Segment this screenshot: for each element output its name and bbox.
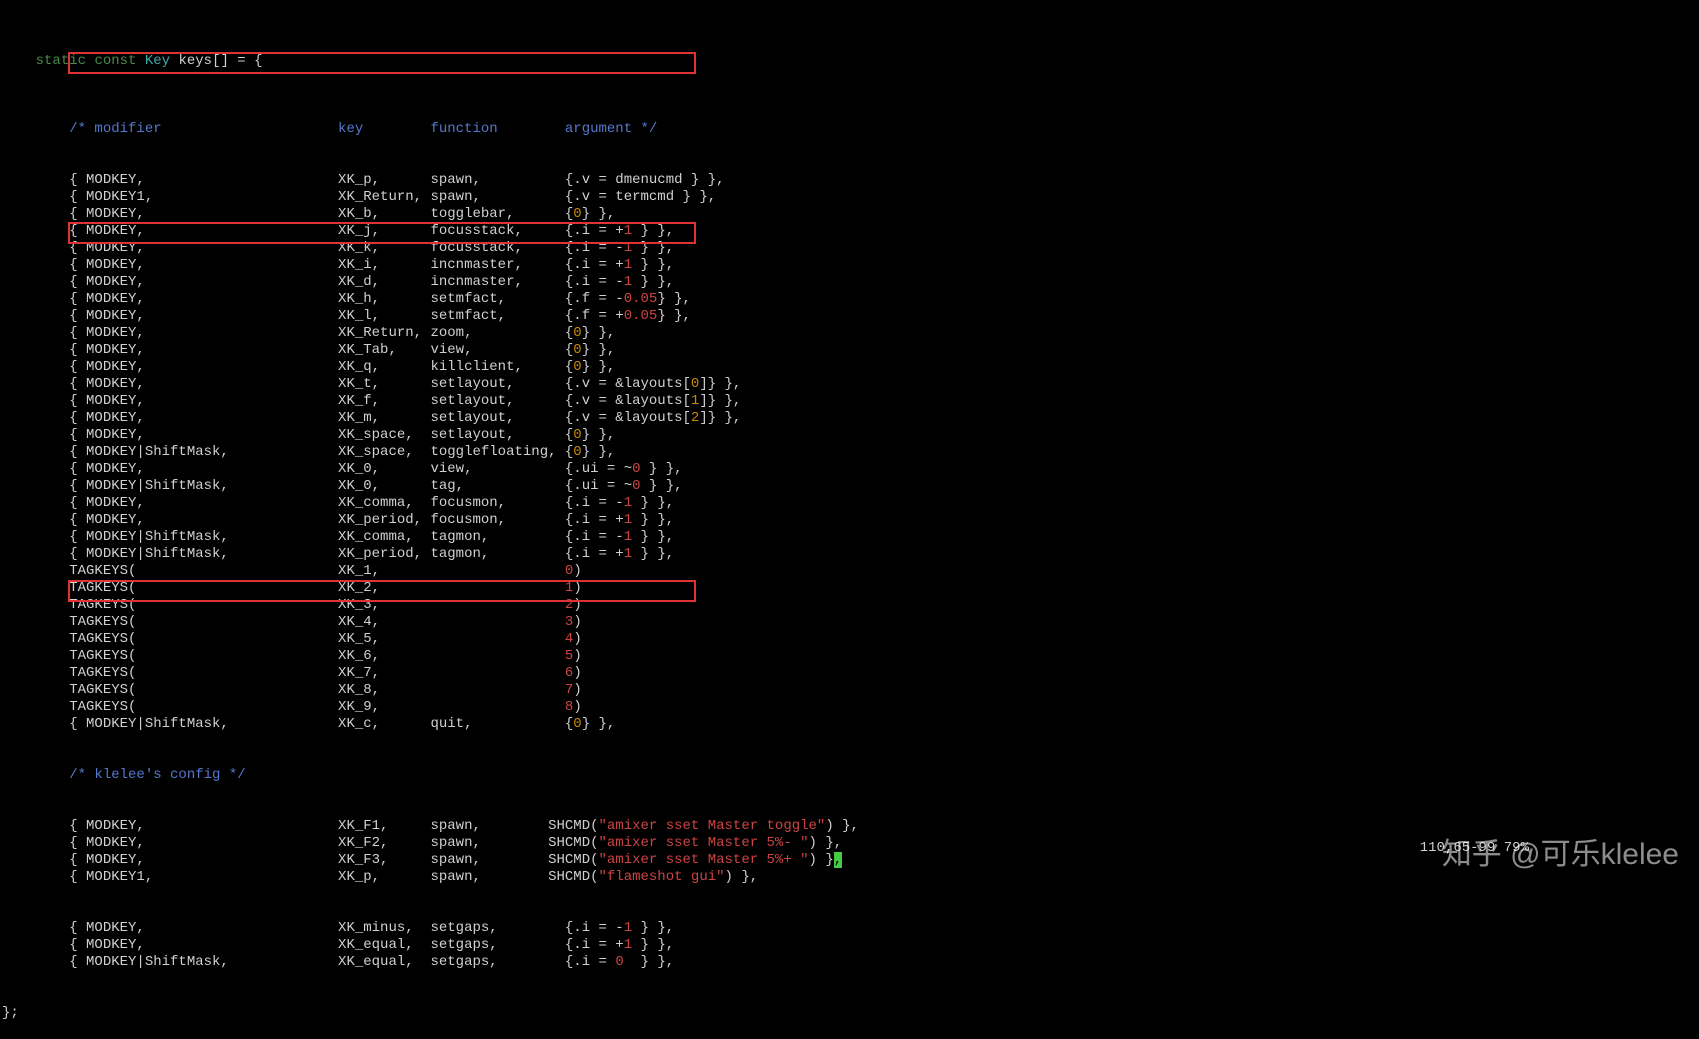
code-line: { MODKEY, XK_h, setmfact, {.f = -0.05} }…	[2, 291, 1699, 308]
code-line: { MODKEY, XK_t, setlayout, {.v = &layout…	[2, 376, 1699, 393]
code-line: { MODKEY, XK_f, setlayout, {.v = &layout…	[2, 393, 1699, 410]
code-line: TAGKEYS( XK_3, 2)	[2, 597, 1699, 614]
user-config-comment: /* klelee's config */	[2, 767, 1699, 784]
code-line: TAGKEYS( XK_2, 1)	[2, 580, 1699, 597]
close-brace: };	[2, 1005, 1699, 1022]
watermark: 知乎 @可乐klelee	[1442, 846, 1679, 863]
code-line: { MODKEY, XK_0, view, {.ui = ~0 } },	[2, 461, 1699, 478]
tail-block: { MODKEY, XK_minus, setgaps, {.i = -1 } …	[2, 920, 1699, 971]
code-line: { MODKEY, XK_space, setlayout, {0} },	[2, 427, 1699, 444]
code-line: { MODKEY, XK_q, killclient, {0} },	[2, 359, 1699, 376]
code-line: { MODKEY|ShiftMask, XK_comma, tagmon, {.…	[2, 529, 1699, 546]
vim-cursor: ,	[834, 852, 842, 868]
code-line: { MODKEY|ShiftMask, XK_0, tag, {.ui = ~0…	[2, 478, 1699, 495]
keyword-const: const	[94, 53, 136, 69]
code-line: TAGKEYS( XK_5, 4)	[2, 631, 1699, 648]
code-line: { MODKEY, XK_k, focusstack, {.i = -1 } }…	[2, 240, 1699, 257]
code-line: { MODKEY, XK_m, setlayout, {.v = &layout…	[2, 410, 1699, 427]
code-line: { MODKEY, XK_comma, focusmon, {.i = -1 }…	[2, 495, 1699, 512]
code-line: { MODKEY|ShiftMask, XK_space, togglefloa…	[2, 444, 1699, 461]
key-bindings-block: { MODKEY, XK_p, spawn, {.v = dmenucmd } …	[2, 172, 1699, 733]
code-line: { MODKEY, XK_p, spawn, {.v = dmenucmd } …	[2, 172, 1699, 189]
code-line: TAGKEYS( XK_9, 8)	[2, 699, 1699, 716]
code-line: { MODKEY, XK_period, focusmon, {.i = +1 …	[2, 512, 1699, 529]
code-line: { MODKEY1, XK_p, spawn, SHCMD("flameshot…	[2, 869, 1699, 886]
code-line: { MODKEY, XK_i, incnmaster, {.i = +1 } }…	[2, 257, 1699, 274]
code-line: { MODKEY|ShiftMask, XK_equal, setgaps, {…	[2, 954, 1699, 971]
code-line: TAGKEYS( XK_1, 0)	[2, 563, 1699, 580]
code-line: { MODKEY, XK_F1, spawn, SHCMD("amixer ss…	[2, 818, 1699, 835]
code-editor[interactable]: static const Key keys[] = { /* modifier …	[0, 0, 1699, 1039]
code-line: { MODKEY, XK_l, setmfact, {.f = +0.05} }…	[2, 308, 1699, 325]
code-line: { MODKEY, XK_Return, zoom, {0} },	[2, 325, 1699, 342]
keyword-static: static	[36, 53, 86, 69]
code-line: TAGKEYS( XK_7, 6)	[2, 665, 1699, 682]
type-key: Key	[145, 53, 170, 69]
code-line: { MODKEY, XK_equal, setgaps, {.i = +1 } …	[2, 937, 1699, 954]
code-line: TAGKEYS( XK_8, 7)	[2, 682, 1699, 699]
code-line: TAGKEYS( XK_4, 3)	[2, 614, 1699, 631]
code-line: { MODKEY|ShiftMask, XK_period, tagmon, {…	[2, 546, 1699, 563]
code-line: { MODKEY|ShiftMask, XK_c, quit, {0} },	[2, 716, 1699, 733]
code-line: { MODKEY, XK_Tab, view, {0} },	[2, 342, 1699, 359]
code-line: { MODKEY, XK_minus, setgaps, {.i = -1 } …	[2, 920, 1699, 937]
code-line: { MODKEY, XK_d, incnmaster, {.i = -1 } }…	[2, 274, 1699, 291]
code-line: { MODKEY, XK_j, focusstack, {.i = +1 } }…	[2, 223, 1699, 240]
code-line: { MODKEY, XK_b, togglebar, {0} },	[2, 206, 1699, 223]
column-header-comment: /* modifier key function argument */	[2, 121, 1699, 138]
code-line: TAGKEYS( XK_6, 5)	[2, 648, 1699, 665]
code-line: { MODKEY1, XK_Return, spawn, {.v = termc…	[2, 189, 1699, 206]
decl-rest: keys[] = {	[170, 53, 262, 69]
declaration-line: static const Key keys[] = {	[2, 36, 1699, 87]
